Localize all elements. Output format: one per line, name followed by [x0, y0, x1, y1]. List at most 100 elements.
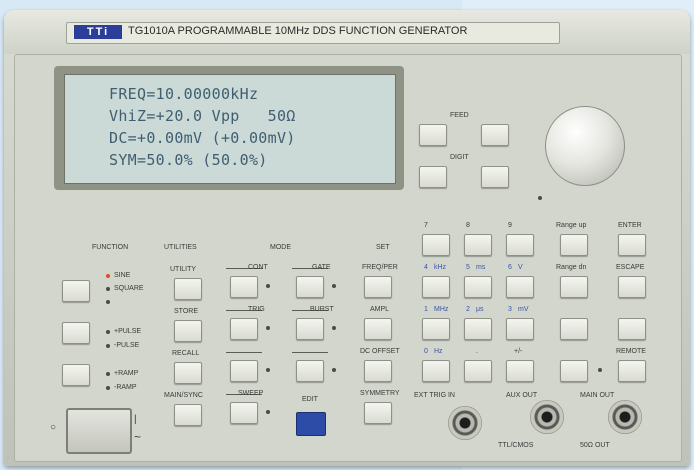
function-label: FUNCTION: [92, 244, 129, 251]
sine-led: [106, 274, 110, 278]
power-symbol-icon: ○: [50, 422, 57, 433]
range-up-button[interactable]: [560, 234, 588, 256]
divider: [226, 352, 262, 353]
edit-button[interactable]: [296, 412, 326, 436]
key-7[interactable]: [422, 234, 450, 256]
freq-per-button[interactable]: [364, 276, 392, 298]
display-line-3: DC=+0.00mV (+0.00mV): [109, 129, 296, 147]
digit-label: DIGIT: [450, 154, 469, 161]
key-sign-label: +/-: [514, 348, 523, 355]
ac-symbol-icon: ~: [134, 430, 142, 444]
digit-left-button[interactable]: [419, 166, 447, 188]
ext-trig-connector[interactable]: [448, 406, 482, 440]
trig-led: [266, 326, 270, 330]
function-ramp-button[interactable]: [62, 364, 90, 386]
knob-led: [538, 196, 542, 200]
key-5[interactable]: [464, 276, 492, 298]
ramp-neg-led: [106, 386, 110, 390]
triangle-led: [106, 300, 110, 304]
key-4[interactable]: [422, 276, 450, 298]
store-button[interactable]: [174, 320, 202, 342]
display-bezel: FREQ=10.00000kHz VhiZ=+20.0 Vpp 50Ω DC=+…: [54, 66, 404, 190]
remote-label: REMOTE: [616, 348, 646, 355]
main-sync-button[interactable]: [174, 404, 202, 426]
digit-right-button[interactable]: [481, 166, 509, 188]
range-dn-label: Range dn: [556, 264, 587, 271]
function-sine-button[interactable]: [62, 280, 90, 302]
display-line-1: FREQ=10.00000kHz: [109, 85, 259, 103]
key-9-label: 9: [508, 222, 512, 229]
key-2-label: 2: [466, 306, 470, 313]
unit-mv-label: mV: [518, 306, 529, 313]
mode-led-5: [266, 368, 270, 372]
feed-right-button[interactable]: [481, 124, 509, 146]
burst-label: BURST: [310, 306, 334, 313]
symmetry-button[interactable]: [364, 402, 392, 424]
key-1[interactable]: [422, 318, 450, 340]
feed-left-button[interactable]: [419, 124, 447, 146]
ttl-cmos-label: TTL/CMOS: [498, 442, 534, 449]
fifty-ohm-label: 50Ω OUT: [580, 442, 610, 449]
square-label: SQUARE: [114, 285, 144, 292]
escape-button[interactable]: [618, 276, 646, 298]
unit-hz-label: Hz: [434, 348, 443, 355]
cont-label: CONT: [248, 264, 268, 271]
unit-ms-label: ms: [476, 264, 486, 271]
enter-button[interactable]: [618, 234, 646, 256]
remote-button[interactable]: [618, 360, 646, 382]
pos-ramp-label: +RAMP: [114, 370, 139, 377]
key-8-label: 8: [466, 222, 470, 229]
key-6[interactable]: [506, 276, 534, 298]
right-button-5[interactable]: [560, 360, 588, 382]
mode-button-5[interactable]: [230, 360, 258, 382]
sweep-led: [266, 410, 270, 414]
pulse-pos-led: [106, 330, 110, 334]
key-0[interactable]: [422, 360, 450, 382]
right-button-3[interactable]: [560, 318, 588, 340]
gate-label: GATE: [312, 264, 331, 271]
square-led: [106, 287, 110, 291]
rotary-knob[interactable]: [545, 106, 625, 186]
mode-led-6: [332, 368, 336, 372]
key-2[interactable]: [464, 318, 492, 340]
key-sign[interactable]: [506, 360, 534, 382]
display-line-2: VhiZ=+20.0 Vpp 50Ω: [109, 107, 296, 125]
dc-offset-button[interactable]: [364, 360, 392, 382]
gate-button[interactable]: [296, 276, 324, 298]
freq-per-label: FREQ/PER: [362, 264, 398, 271]
key-0-label: 0: [424, 348, 428, 355]
recall-button[interactable]: [174, 362, 202, 384]
sine-label: SINE: [114, 272, 131, 279]
display-line-4: SYM=50.0% (50.0%): [109, 151, 268, 169]
aux-out-connector[interactable]: [530, 400, 564, 434]
utilities-label: UTILITIES: [164, 244, 197, 251]
aux-out-label: AUX OUT: [506, 392, 538, 399]
right-button-4[interactable]: [618, 318, 646, 340]
key-9[interactable]: [506, 234, 534, 256]
key-6-label: 6: [508, 264, 512, 271]
function-generator: TTi TG1010A PROGRAMMABLE 10MHz DDS FUNCT…: [4, 10, 690, 466]
key-dot[interactable]: [464, 360, 492, 382]
power-switch[interactable]: [66, 408, 132, 454]
ampl-label: AMPL: [370, 306, 390, 313]
main-out-label: MAIN OUT: [580, 392, 615, 399]
ampl-button[interactable]: [364, 318, 392, 340]
mode-button-6[interactable]: [296, 360, 324, 382]
trig-button[interactable]: [230, 318, 258, 340]
function-pulse-button[interactable]: [62, 322, 90, 344]
key-3[interactable]: [506, 318, 534, 340]
key-8[interactable]: [464, 234, 492, 256]
utility-button[interactable]: [174, 278, 202, 300]
edit-label: EDIT: [302, 396, 318, 403]
range-dn-button[interactable]: [560, 276, 588, 298]
cont-button[interactable]: [230, 276, 258, 298]
key-3-label: 3: [508, 306, 512, 313]
main-out-connector[interactable]: [608, 400, 642, 434]
unit-us-label: μs: [476, 306, 484, 313]
feed-label: FEED: [450, 112, 469, 119]
burst-button[interactable]: [296, 318, 324, 340]
gate-led: [332, 284, 336, 288]
escape-label: ESCAPE: [616, 264, 645, 271]
set-label: SET: [376, 244, 390, 251]
sweep-button[interactable]: [230, 402, 258, 424]
